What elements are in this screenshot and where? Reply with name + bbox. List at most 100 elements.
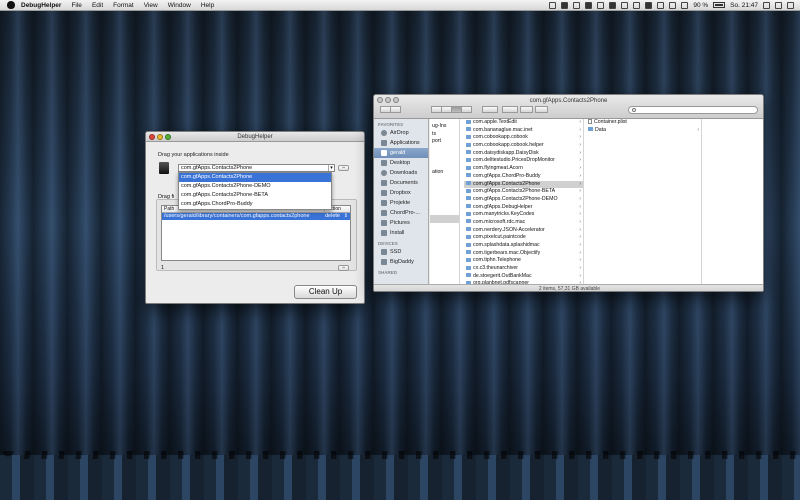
arrange-button[interactable]	[482, 106, 498, 113]
status-item-icon[interactable]	[597, 1, 605, 9]
notification-center-icon[interactable]	[787, 1, 794, 9]
sidebar-item-downloads[interactable]: Downloads	[374, 168, 428, 178]
list-item[interactable]: com.bananaglue.mac.inet ›	[464, 127, 583, 135]
list-item[interactable]: ug-Ins	[430, 123, 459, 131]
finder-toolbar[interactable]: com.gfApps.Contacts2Phone	[374, 95, 763, 119]
close-button[interactable]	[149, 134, 155, 140]
list-item[interactable]: com.pixelcut.paintcode ›	[464, 234, 583, 242]
list-item[interactable]: com.cobookapp.cobook.helper ›	[464, 142, 583, 150]
remove-path-button[interactable]: −	[338, 265, 349, 271]
zoom-button[interactable]	[165, 134, 171, 140]
list-item[interactable]: com.splashdata.splashidmac ›	[464, 242, 583, 250]
share-button[interactable]	[520, 106, 533, 113]
menu-window[interactable]: Window	[168, 2, 191, 9]
action-cell[interactable]: delete	[325, 213, 340, 220]
forward-button[interactable]	[390, 106, 401, 113]
paths-table[interactable]: Path Action /users/gerald/library/contai…	[161, 205, 351, 261]
menu-format[interactable]: Format	[113, 2, 134, 9]
list-item[interactable]	[430, 161, 459, 169]
chevron-down-icon[interactable]: ▾	[328, 165, 334, 171]
list-item[interactable]: com.gfApps.ChordPro-Buddy ›	[464, 173, 583, 181]
spotlight-icon[interactable]	[775, 1, 782, 9]
list-item[interactable]: com.nerdery.JSON-Accelerator ›	[464, 227, 583, 235]
user-icon[interactable]	[763, 1, 770, 9]
list-item-label: com.gfApps.Contacts2Phone	[473, 180, 541, 187]
list-item[interactable]: cx.c3.theunarchiver ›	[464, 265, 583, 273]
battery-icon[interactable]	[713, 2, 726, 8]
status-item-icon[interactable]	[585, 1, 593, 9]
status-item-icon[interactable]	[633, 1, 641, 9]
sidebar-item-gerald[interactable]: gerald	[374, 148, 428, 158]
chevron-updown-icon[interactable]: ⇕	[344, 213, 348, 220]
list-item[interactable]: com.gfApps.Contacts2Phone-BETA ›	[464, 188, 583, 196]
list-item[interactable]: com.gfApps.Contacts2Phone ›	[464, 180, 583, 189]
gear-icon[interactable]	[502, 106, 518, 113]
clock[interactable]: So. 21:47	[730, 2, 758, 9]
app-drop-icon[interactable]	[159, 162, 169, 174]
bluetooth-icon[interactable]	[657, 1, 665, 9]
sidebar-item-pictures[interactable]: Pictures	[374, 218, 428, 228]
menu-view[interactable]: View	[144, 2, 158, 9]
list-item[interactable]: com.manytricks.KeyCodes ›	[464, 211, 583, 219]
dropdown-option[interactable]: com.gfApps.Contacts2Phone-DEMO	[179, 182, 331, 191]
list-item[interactable]: com.cobookapp.cobook ›	[464, 134, 583, 142]
status-item-icon[interactable]	[609, 1, 617, 9]
tags-button[interactable]	[535, 106, 548, 113]
folder-icon	[466, 157, 471, 162]
apple-menu-icon[interactable]	[7, 1, 15, 9]
list-item-containers[interactable]	[430, 214, 459, 223]
sidebar-item-bigdaddy[interactable]: BigDaddy	[374, 257, 428, 267]
dropdown-option[interactable]: com.gfApps.Contacts2Phone-BETA	[179, 191, 331, 200]
list-item[interactable]: ts	[430, 131, 459, 139]
status-item-icon[interactable]	[561, 1, 569, 9]
minimize-button[interactable]	[157, 134, 163, 140]
status-item-icon[interactable]	[621, 1, 629, 9]
list-item[interactable]: port	[430, 138, 459, 146]
status-item-icon[interactable]	[549, 1, 557, 9]
list-item[interactable]: com.microsoft.rdc.mac ›	[464, 219, 583, 227]
sidebar-item-chordpro[interactable]: ChordPro-...	[374, 208, 428, 218]
app-combobox[interactable]: com.gfApps.Contacts2Phone ▾	[178, 164, 335, 172]
menu-app-name[interactable]: DebugHelper	[21, 2, 61, 9]
sidebar-item-airdrop[interactable]: AirDrop	[374, 128, 428, 138]
list-item[interactable]: com.tiphn.Telephone ›	[464, 257, 583, 265]
sidebar-item-install[interactable]: Install	[374, 228, 428, 238]
list-item[interactable]	[430, 146, 459, 154]
list-item[interactable]: com.tigerbears.mac.Objectify ›	[464, 250, 583, 258]
remove-app-button[interactable]: −	[338, 165, 349, 171]
menu-help[interactable]: Help	[201, 2, 214, 9]
list-item[interactable]: com.flyingmeat.Acorn ›	[464, 165, 583, 173]
desktop-icon	[381, 160, 387, 166]
volume-icon[interactable]	[681, 1, 689, 9]
list-item[interactable]: com.delitestudio.PricesDropMonitor ›	[464, 157, 583, 165]
list-item[interactable]: com.gfApps.Contacts2Phone-DEMO ›	[464, 196, 583, 204]
list-item[interactable]: Container.plist	[586, 119, 701, 127]
menu-file[interactable]: File	[71, 2, 81, 9]
dropdown-option[interactable]: com.gfApps.ChordPro-Buddy	[179, 200, 331, 209]
search-input[interactable]	[628, 106, 758, 114]
path-count: 1	[161, 265, 165, 271]
sidebar-item-projekte[interactable]: Projekte	[374, 198, 428, 208]
list-item[interactable]: Data ›	[586, 127, 701, 135]
status-item-icon[interactable]	[573, 1, 581, 9]
list-item[interactable]: com.daisydiskapp.DaisyDisk ›	[464, 150, 583, 158]
list-item[interactable]: com.gfApps.DebugHelper ›	[464, 204, 583, 212]
sidebar-item-dropbox[interactable]: Dropbox	[374, 188, 428, 198]
table-row[interactable]: /users/gerald/library/containers/com.gfa…	[162, 213, 350, 220]
clean-up-button[interactable]: Clean Up	[294, 285, 357, 299]
dropdown-option[interactable]: com.gfApps.Contacts2Phone	[179, 173, 331, 182]
list-item[interactable]: de.stoegerit.OutBankMac ›	[464, 273, 583, 281]
sidebar-item-ssd[interactable]: SSD	[374, 247, 428, 257]
list-item[interactable]	[430, 154, 459, 162]
sidebar-item-documents[interactable]: Documents	[374, 178, 428, 188]
list-item[interactable]: com.apple.TextEdit ›	[464, 119, 583, 127]
sidebar-item-applications[interactable]: Applications	[374, 138, 428, 148]
column-header-path[interactable]: Path	[164, 206, 174, 213]
sidebar-item-desktop[interactable]: Desktop	[374, 158, 428, 168]
wifi-icon[interactable]	[669, 1, 677, 9]
list-item[interactable]: ation	[430, 169, 459, 177]
debughelper-titlebar[interactable]: DebugHelper	[146, 132, 364, 142]
cover-flow-button[interactable]	[461, 106, 472, 113]
menu-edit[interactable]: Edit	[92, 2, 103, 9]
status-item-icon[interactable]	[645, 1, 653, 9]
